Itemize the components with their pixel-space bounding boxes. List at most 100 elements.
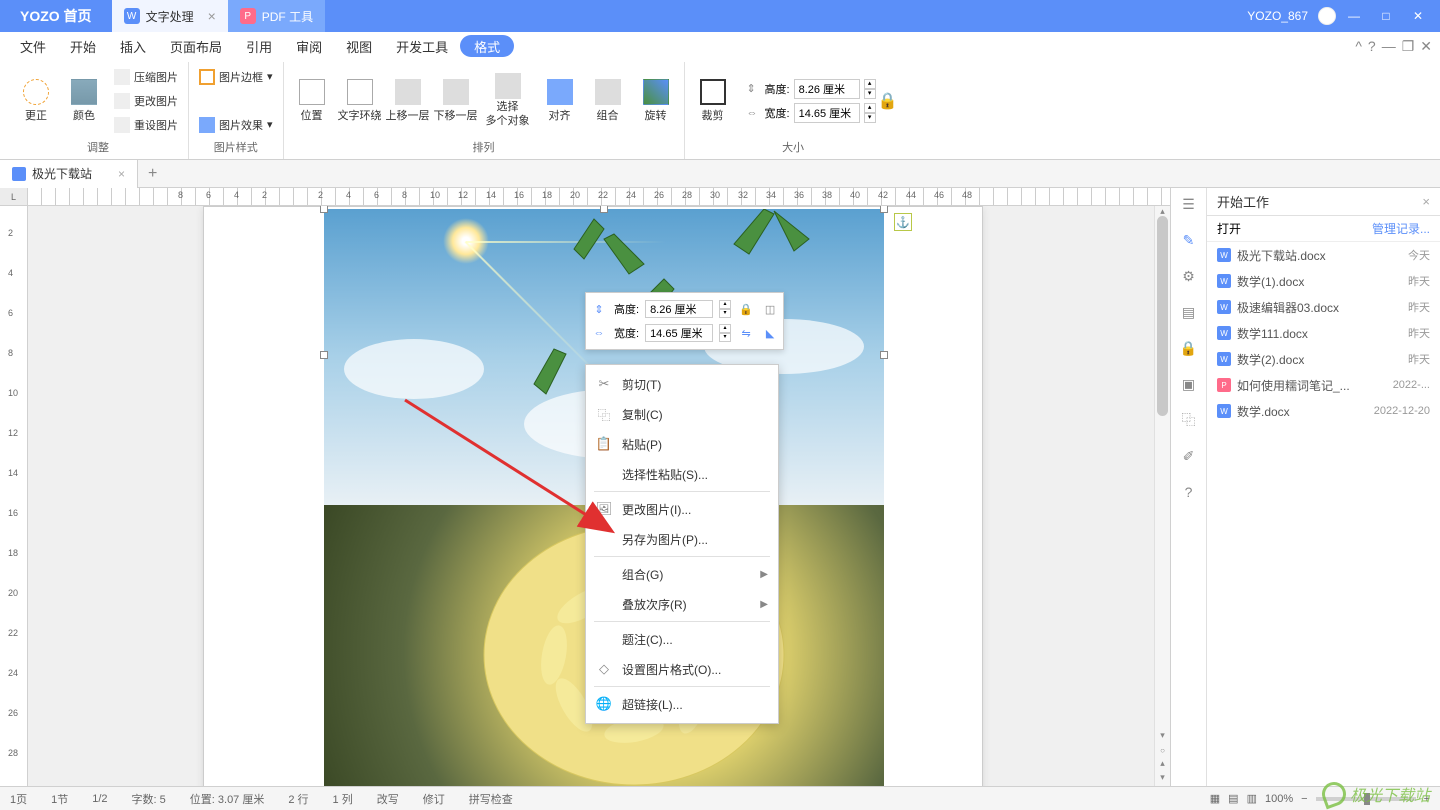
document-tab[interactable]: 极光下载站 × [0,160,138,188]
spin-down[interactable]: ▾ [719,333,731,342]
crop-icon[interactable]: ◫ [761,300,779,318]
panel-edit-icon[interactable]: ✐ [1179,446,1199,466]
sb-language[interactable]: 拼写检查 [469,791,513,807]
close-panel-icon[interactable]: × [1422,194,1430,209]
panel-toggle-icon[interactable]: ☰ [1179,194,1199,214]
ruler-horizontal[interactable]: L 86422468101214161820222426283032343638… [0,188,1170,206]
collapse-ribbon-icon[interactable]: ^ [1355,38,1362,54]
spin-down[interactable]: ▾ [864,113,876,123]
color-button[interactable]: 颜色 [62,66,106,136]
close-tab-icon[interactable]: × [208,8,216,24]
bring-forward-button[interactable]: 上移一层 [386,66,430,136]
panel-help-icon[interactable]: ? [1179,482,1199,502]
minimize-button[interactable]: — [1340,6,1368,26]
help-icon[interactable]: ? [1368,38,1376,54]
sb-words[interactable]: 字数: 5 [132,791,166,807]
correct-button[interactable]: 更正 [14,66,58,136]
lock-icon[interactable]: 🔒 [737,300,755,318]
resize-handle-n[interactable] [600,206,608,213]
avatar-icon[interactable] [1318,7,1336,25]
select-button[interactable]: 选择 多个对象 [482,66,534,136]
sb-position[interactable]: 位置: 3.07 厘米 [190,791,265,807]
restore-icon[interactable]: ❐ [1402,38,1415,55]
menu-format[interactable]: 格式 [460,35,514,57]
floating-size-toolbar[interactable]: ⇕ 高度: ▴▾ 🔒 ◫ ⇔ 宽度: ▴▾ ⇋ ◣ [585,292,784,350]
scrollbar-thumb[interactable] [1157,216,1168,416]
spin-down[interactable]: ▾ [719,309,731,318]
align-button[interactable]: 对齐 [538,66,582,136]
panel-pen-icon[interactable]: ✎ [1179,230,1199,250]
resize-handle-ne[interactable] [880,206,888,213]
ctx-cut[interactable]: ✂剪切(T) [586,369,778,399]
app-tab-pdf[interactable]: P PDF 工具 [228,0,325,32]
panel-book-icon[interactable]: ▣ [1179,374,1199,394]
float-height-input[interactable] [645,300,713,318]
recent-file-item[interactable]: P如何使用糯词笔记_...2022-... [1207,372,1440,398]
send-backward-button[interactable]: 下移一层 [434,66,478,136]
ctx-save-as-pic[interactable]: 另存为图片(P)... [586,524,778,554]
pic-effect-button[interactable]: 图片效果▾ [195,114,277,136]
sb-page[interactable]: 1页 [10,791,27,807]
ctx-paste[interactable]: 📋粘贴(P) [586,429,778,459]
resize-handle-e[interactable] [880,351,888,359]
recent-file-item[interactable]: W数学.docx2022-12-20 [1207,398,1440,424]
anchor-icon[interactable]: ⚓ [894,213,912,231]
reset-pic-button[interactable]: 重设图片 [110,114,182,136]
menu-review[interactable]: 审阅 [284,32,334,60]
view-outline-icon[interactable]: ▥ [1247,792,1257,805]
compress-button[interactable]: 压缩图片 [110,66,182,88]
sb-revision[interactable]: 修订 [423,791,445,807]
ctx-order[interactable]: 叠放次序(R)▶ [586,589,778,619]
menu-insert[interactable]: 插入 [108,32,158,60]
width-input[interactable] [794,103,860,123]
sb-section[interactable]: 1节 [51,791,68,807]
spin-up[interactable]: ▴ [864,103,876,113]
sb-pages[interactable]: 1/2 [92,793,107,805]
group-button[interactable]: 组合 [586,66,630,136]
spin-down[interactable]: ▾ [864,89,876,99]
ctx-change-pic[interactable]: 🖼更改图片(I)... [586,494,778,524]
menu-home[interactable]: 开始 [58,32,108,60]
zoom-out-button[interactable]: − [1301,793,1307,805]
ruler-h-scale[interactable]: 8642246810121416182022242628303234363840… [28,188,1170,205]
position-button[interactable]: 位置 [290,66,334,136]
sb-overwrite[interactable]: 改写 [377,791,399,807]
ctx-group[interactable]: 组合(G)▶ [586,559,778,589]
recent-file-item[interactable]: W数学(2).docx昨天 [1207,346,1440,372]
recent-file-item[interactable]: W数学(1).docx昨天 [1207,268,1440,294]
panel-settings-icon[interactable]: ⚙ [1179,266,1199,286]
sb-col[interactable]: 1 列 [333,791,353,807]
close-window-button[interactable]: ✕ [1404,6,1432,26]
resize-handle-nw[interactable] [320,206,328,213]
view-web-icon[interactable]: ▤ [1228,792,1238,805]
maximize-button[interactable]: □ [1372,6,1400,26]
menu-view[interactable]: 视图 [334,32,384,60]
recent-file-item[interactable]: W极速编辑器03.docx昨天 [1207,294,1440,320]
ctx-copy[interactable]: ⿻复制(C) [586,399,778,429]
scroll-down-icon[interactable]: ▾ [1155,730,1170,744]
zoom-level[interactable]: 100% [1265,793,1293,805]
page-indicator-icon[interactable]: ○ [1158,746,1167,756]
menu-file[interactable]: 文件 [8,32,58,60]
prev-page-icon[interactable]: ▴ [1155,758,1170,772]
flip-h-icon[interactable]: ⇋ [737,324,755,342]
home-link[interactable]: YOZO 首页 [0,6,112,26]
menu-dev[interactable]: 开发工具 [384,32,460,60]
recent-file-item[interactable]: W数学111.docx昨天 [1207,320,1440,346]
app-tab-word[interactable]: W 文字处理 × [112,0,228,32]
crop-button[interactable]: 裁剪 [691,66,735,136]
ctx-hyperlink[interactable]: 🌐超链接(L)... [586,689,778,719]
panel-lock-icon[interactable]: 🔒 [1179,338,1199,358]
rotate-button[interactable]: 旋转 [634,66,678,136]
ctx-caption[interactable]: 题注(C)... [586,624,778,654]
manage-records-link[interactable]: 管理记录... [1372,220,1430,237]
add-doc-tab-button[interactable]: + [138,165,167,183]
ruler-vertical[interactable]: 246810121416182022242628 [0,206,28,786]
spin-up[interactable]: ▴ [719,300,731,309]
change-pic-button[interactable]: 更改图片 [110,90,182,112]
min-icon[interactable]: — [1382,38,1396,54]
resize-handle-w[interactable] [320,351,328,359]
sb-line[interactable]: 2 行 [288,791,308,807]
float-width-input[interactable] [645,324,713,342]
ctx-format-pic[interactable]: ◇设置图片格式(O)... [586,654,778,684]
